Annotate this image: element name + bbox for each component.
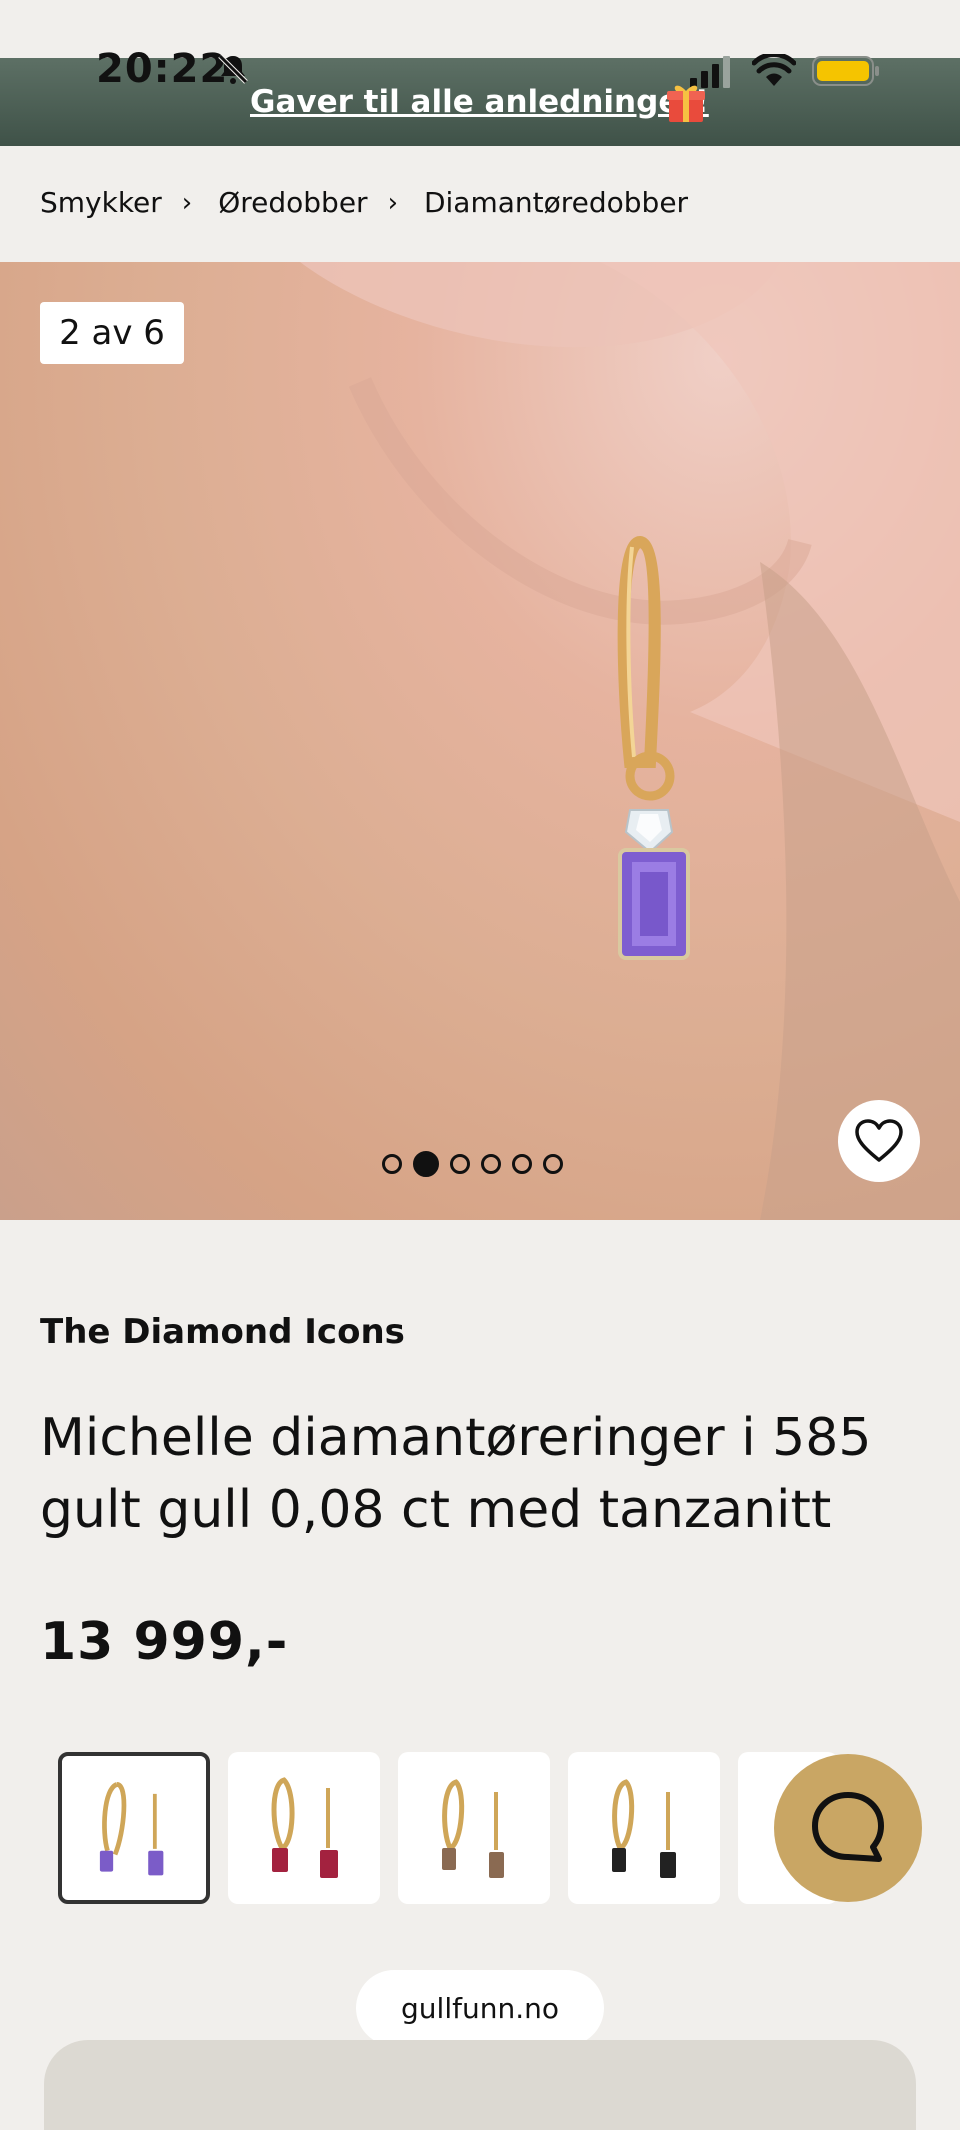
breadcrumb-link-smykker[interactable]: Smykker (40, 186, 162, 219)
browser-url-pill[interactable]: gullfunn.no (356, 1970, 604, 2046)
wifi-icon (752, 54, 796, 86)
variant-selector (58, 1752, 838, 1904)
product-image-carousel[interactable] (0, 262, 960, 1220)
chat-button[interactable] (774, 1754, 922, 1902)
variant-thumb-rhodolite[interactable] (228, 1752, 380, 1904)
status-time: 20:22 (96, 46, 229, 92)
image-counter: 2 av 6 (40, 302, 184, 364)
variant-thumb-smoky[interactable] (398, 1752, 550, 1904)
favorite-button[interactable] (838, 1100, 920, 1182)
variant-image (442, 1779, 504, 1878)
product-title: Michelle diamantøreringer i 585 gult gul… (40, 1408, 872, 1540)
breadcrumb-link-oredobber[interactable]: Øredobber (218, 186, 367, 219)
gift-icon (667, 85, 705, 122)
variant-image (99, 1782, 164, 1876)
variant-image (271, 1777, 338, 1878)
product-brand[interactable]: The Diamond Icons (40, 1312, 405, 1352)
breadcrumb: Smykker › Øredobber › Diamantøredobber (40, 186, 688, 219)
product-photo (300, 262, 960, 1220)
promo-banner-link[interactable]: Gaver til alle anledninger! (250, 84, 709, 120)
chevron-right-icon: › (387, 187, 398, 218)
bell-muted-icon (218, 54, 248, 84)
chat-icon (812, 1792, 884, 1862)
carousel-dot[interactable] (450, 1154, 470, 1174)
carousel-dot-active[interactable] (413, 1151, 439, 1177)
variant-thumb-tanzanite[interactable] (58, 1752, 210, 1904)
battery-icon (812, 56, 879, 86)
bottom-sheet (44, 2040, 916, 2130)
variant-image (612, 1779, 676, 1878)
breadcrumb-link-diamantoredobber[interactable]: Diamantøredobber (424, 186, 688, 219)
carousel-dots (382, 1151, 563, 1177)
carousel-dot[interactable] (512, 1154, 532, 1174)
heart-icon (855, 1119, 903, 1162)
product-price: 13 999,- (40, 1612, 289, 1672)
chevron-right-icon: › (181, 187, 193, 218)
carousel-dot[interactable] (481, 1154, 501, 1174)
carousel-dot[interactable] (382, 1154, 402, 1174)
variant-thumb-onyx[interactable] (568, 1752, 720, 1904)
carousel-dot[interactable] (543, 1154, 563, 1174)
